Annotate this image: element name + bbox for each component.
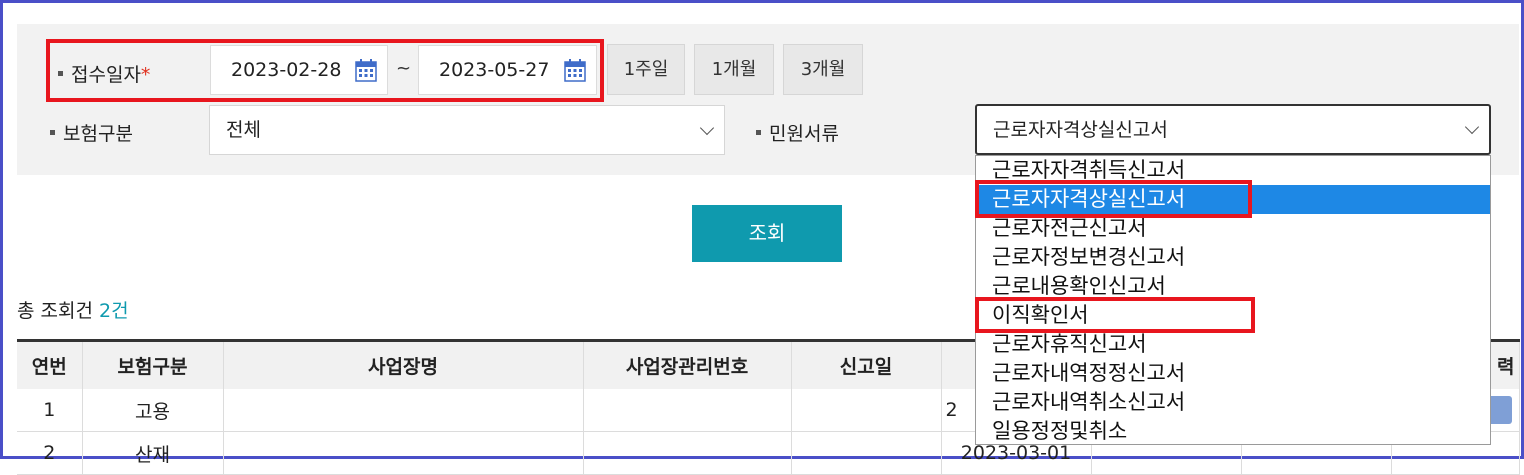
dropdown-option[interactable]: 일용정정및취소 — [976, 417, 1490, 444]
insurance-type-select[interactable]: 전체 — [209, 105, 725, 155]
table-cell: 2 — [17, 431, 83, 475]
chevron-down-icon — [699, 120, 715, 136]
bullet-icon — [50, 130, 55, 135]
document-type-label: 민원서류 — [756, 119, 839, 146]
table-cell — [791, 389, 942, 432]
date-highlight-box — [46, 39, 604, 102]
dropdown-option[interactable]: 근로자정보변경신고서 — [976, 243, 1490, 272]
option-highlight-box — [975, 297, 1255, 333]
column-header[interactable]: 사업장관리번호 — [583, 339, 792, 389]
total-count-value: 2건 — [99, 300, 129, 322]
table-cell — [791, 431, 942, 475]
selected-option-highlight-box — [975, 180, 1252, 218]
period-3month-button[interactable]: 3개월 — [783, 44, 863, 95]
table-cell — [583, 389, 792, 432]
dropdown-option[interactable]: 근로자내역취소신고서 — [976, 388, 1490, 417]
chevron-down-icon — [1464, 119, 1480, 135]
dropdown-option[interactable]: 근로자내역정정신고서 — [976, 359, 1490, 388]
column-header[interactable]: 연번 — [17, 339, 83, 389]
document-type-select[interactable]: 근로자자격상실신고서 — [975, 104, 1491, 155]
bullet-icon — [756, 130, 761, 135]
column-header[interactable]: 사업장명 — [223, 339, 584, 389]
dropdown-option[interactable]: 근로자전근신고서 — [976, 214, 1490, 243]
table-cell: 1 — [17, 389, 83, 432]
table-cell — [223, 431, 584, 475]
insurance-type-label: 보험구분 — [50, 119, 133, 146]
period-1week-button[interactable]: 1주일 — [607, 44, 685, 95]
column-header[interactable]: 신고일 — [791, 339, 942, 389]
table-cell — [583, 431, 792, 475]
total-count: 총 조회건 2건 — [17, 300, 129, 322]
table-cell: 산재 — [82, 431, 224, 475]
row-action-button[interactable] — [1488, 396, 1512, 424]
dropdown-option[interactable]: 근로자휴직신고서 — [976, 330, 1490, 359]
column-header[interactable]: 보험구분 — [82, 339, 224, 389]
period-1month-button[interactable]: 1개월 — [694, 44, 774, 95]
table-cell: 고용 — [82, 389, 224, 432]
search-button[interactable]: 조회 — [692, 205, 842, 262]
table-cell — [223, 389, 584, 432]
